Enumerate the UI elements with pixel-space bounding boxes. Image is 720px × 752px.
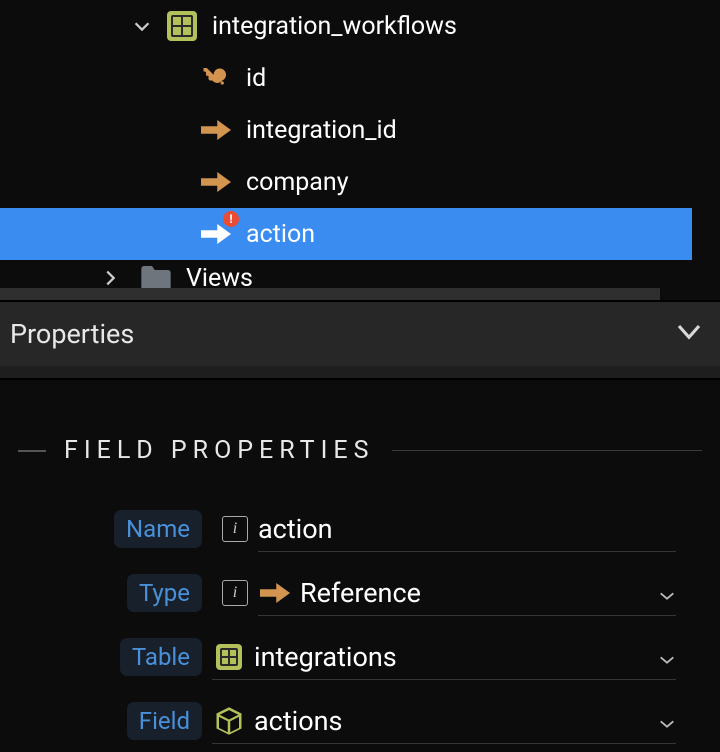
section-title: FIELD PROPERTIES [64, 436, 374, 465]
name-field[interactable]: action [258, 506, 676, 552]
prop-row-name: Name i action [0, 497, 720, 561]
arrow-icon [200, 114, 232, 146]
tree-row-field-integration-id[interactable]: integration_id [0, 104, 720, 156]
chevron-down-icon [658, 577, 676, 609]
tree-row-field-action[interactable]: ! action [0, 208, 692, 260]
info-icon[interactable]: i [222, 516, 248, 542]
chevron-down-icon [658, 641, 676, 673]
properties-title: Properties [10, 318, 134, 350]
table-value: integrations [254, 641, 658, 673]
arrow-icon [258, 576, 292, 610]
arrow-icon [200, 166, 232, 198]
prop-row-table: Table integrations [0, 625, 720, 689]
table-select[interactable]: integrations [212, 634, 676, 680]
tree-label-integration-id: integration_id [246, 116, 397, 145]
prop-label-table: Table [120, 638, 202, 676]
prop-row-type: Type i Reference [0, 561, 720, 625]
table-icon [166, 10, 198, 42]
tree-label-table: integration_workflows [212, 12, 457, 41]
cube-icon [212, 704, 246, 738]
table-icon [212, 640, 246, 674]
alert-badge-icon: ! [223, 211, 239, 227]
chevron-down-icon [658, 705, 676, 737]
key-icon [200, 62, 232, 94]
prop-row-field: Field actions [0, 689, 720, 752]
info-icon[interactable]: i [222, 580, 248, 606]
type-value: Reference [300, 577, 658, 609]
chevron-down-icon[interactable] [128, 12, 156, 40]
chevron-down-icon[interactable] [674, 316, 704, 353]
tree-row-field-id[interactable]: id [0, 52, 720, 104]
prop-label-type: Type [127, 574, 202, 612]
properties-header[interactable]: Properties [0, 302, 720, 366]
field-select[interactable]: actions [212, 698, 676, 744]
name-value: action [258, 513, 676, 545]
properties-panel: FIELD PROPERTIES Name i action Type i Re… [0, 380, 720, 752]
arrow-icon: ! [200, 218, 232, 250]
section-header: FIELD PROPERTIES [18, 436, 702, 465]
scrollbar[interactable] [0, 288, 660, 300]
tree-panel: integration_workflows id integration_id … [0, 0, 720, 300]
properties-header-wrap: Properties [0, 300, 720, 380]
section-dash-icon [18, 450, 46, 452]
tree-row-table[interactable]: integration_workflows [0, 0, 720, 52]
field-value: actions [254, 705, 658, 737]
prop-label-field: Field [127, 702, 202, 740]
tree-label-company: company [246, 168, 349, 197]
type-select[interactable]: Reference [258, 570, 676, 616]
tree-label-action: action [246, 220, 315, 249]
tree-label-id: id [246, 64, 266, 93]
tree-row-field-company[interactable]: company [0, 156, 720, 208]
prop-label-name: Name [114, 510, 202, 548]
